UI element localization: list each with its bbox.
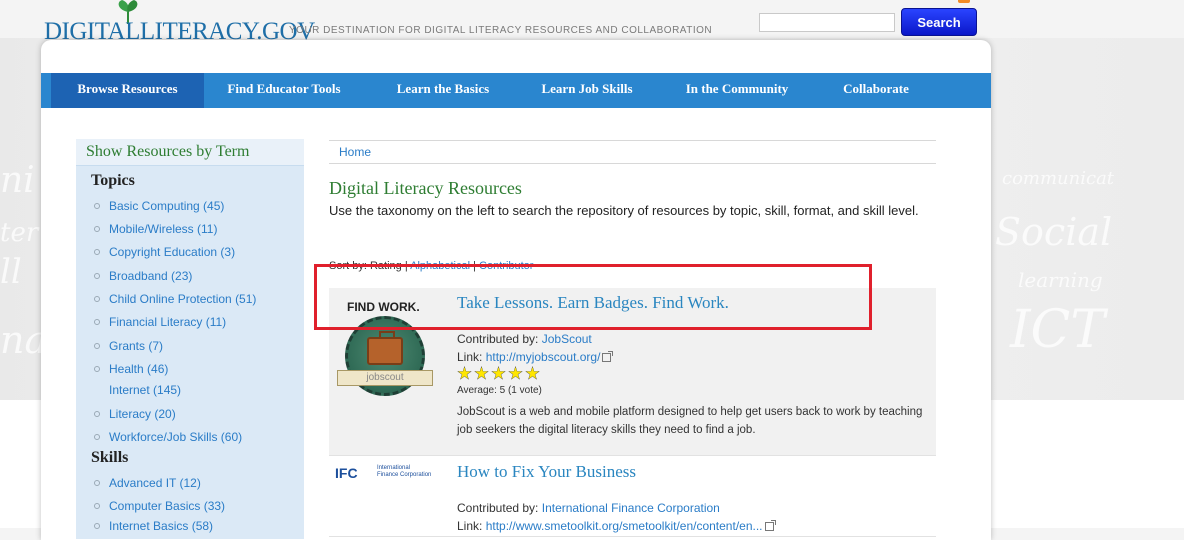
star-rating[interactable] (457, 366, 547, 381)
sidebar-header: Show Resources by Term (76, 139, 304, 166)
link-label: Link: (457, 350, 483, 364)
contributed-label: Contributed by: (457, 501, 539, 515)
rss-icon[interactable] (958, 0, 970, 3)
result-link-row: Link: http://myjobscout.org/ (457, 350, 614, 364)
breadcrumb-home-link[interactable]: Home (339, 145, 371, 159)
ifc-logo-subtext: International Finance Corporation (377, 465, 431, 479)
term-workforce-job-skills[interactable]: Workforce/Job Skills (60) (109, 430, 242, 444)
star-icon (458, 367, 471, 379)
nav-browse-resources[interactable]: Browse Resources (51, 73, 204, 108)
topics-heading: Topics (91, 172, 135, 189)
term-financial-literacy[interactable]: Financial Literacy (11) (109, 315, 226, 329)
background-decoration: communicat (1002, 168, 1115, 189)
ifc-subtext-line1: International (377, 465, 411, 471)
result-item: IFC International Finance Corporation Ho… (329, 457, 936, 537)
nav-collaborate[interactable]: Collaborate (821, 73, 931, 108)
thumb-banner: jobscout (337, 370, 433, 386)
bullet-icon (94, 434, 100, 440)
term-advanced-it[interactable]: Advanced IT (12) (109, 476, 201, 490)
resource-url-link[interactable]: http://myjobscout.org/ (486, 350, 601, 364)
ifc-logo-mark: IFC (335, 465, 358, 481)
contributor-link[interactable]: JobScout (542, 332, 592, 346)
main-navigation: Browse Resources Find Educator Tools Lea… (41, 73, 991, 108)
bullet-icon (94, 249, 100, 255)
background-decoration: ter (0, 218, 39, 248)
background-decoration: ll (0, 252, 22, 292)
nav-find-educator-tools[interactable]: Find Educator Tools (214, 73, 354, 108)
intro-text: Use the taxonomy on the left to search t… (329, 203, 919, 218)
nav-learn-job-skills[interactable]: Learn Job Skills (521, 73, 653, 108)
bullet-icon (94, 296, 100, 302)
site-tagline: YOUR DESTINATION FOR DIGITAL LITERACY RE… (289, 25, 713, 36)
term-broadband[interactable]: Broadband (23) (109, 269, 192, 283)
resource-url-link[interactable]: http://www.smetoolkit.org/smetoolkit/en/… (486, 519, 763, 533)
external-link-icon (764, 520, 776, 532)
term-computer-basics[interactable]: Computer Basics (33) (109, 499, 225, 513)
search-button[interactable]: Search (901, 8, 977, 36)
term-internet[interactable]: Internet (145) (109, 383, 181, 397)
ifc-subtext-line2: Finance Corporation (377, 472, 432, 478)
bullet-icon (94, 226, 100, 232)
breadcrumb: Home (329, 140, 936, 164)
term-basic-computing[interactable]: Basic Computing (45) (109, 199, 224, 213)
highlight-annotation (314, 264, 872, 330)
term-literacy[interactable]: Literacy (20) (109, 407, 176, 421)
rating-average: Average: 5 (1 vote) (457, 385, 542, 396)
result-description: JobScout is a web and mobile platform de… (457, 406, 923, 436)
bullet-icon (94, 319, 100, 325)
background-decoration: learning (1018, 268, 1103, 292)
contributor-link[interactable]: International Finance Corporation (542, 501, 720, 515)
result-contributor: Contributed by: International Finance Co… (457, 501, 720, 515)
bullet-icon (94, 523, 100, 529)
bullet-icon (94, 480, 100, 486)
star-icon (526, 367, 539, 379)
bullet-icon (94, 503, 100, 509)
briefcase-icon (367, 331, 403, 365)
result-link-row: Link: http://www.smetoolkit.org/smetoolk… (457, 519, 776, 533)
bullet-icon (94, 203, 100, 209)
term-grants[interactable]: Grants (7) (109, 339, 163, 353)
background-decoration: ni (0, 160, 35, 201)
nav-in-the-community[interactable]: In the Community (671, 73, 803, 108)
star-icon (492, 367, 505, 379)
bullet-icon (94, 343, 100, 349)
page-title: Digital Literacy Resources (329, 178, 522, 198)
external-link-icon (602, 351, 614, 363)
star-icon (509, 367, 522, 379)
star-icon (475, 367, 488, 379)
term-health[interactable]: Health (46) (109, 362, 168, 376)
term-mobile-wireless[interactable]: Mobile/Wireless (11) (109, 222, 217, 236)
skills-heading: Skills (91, 449, 129, 466)
nav-learn-the-basics[interactable]: Learn the Basics (378, 73, 508, 108)
sidebar: Show Resources by Term Topics Basic Comp… (76, 139, 304, 539)
term-copyright-education[interactable]: Copyright Education (3) (109, 245, 235, 259)
result-title-link[interactable]: How to Fix Your Business (457, 462, 636, 482)
background-decoration: ICT (1010, 300, 1106, 360)
background-decoration: Social (995, 210, 1113, 254)
result-contributor: Contributed by: JobScout (457, 332, 592, 346)
result-thumbnail[interactable]: IFC International Finance Corporation (335, 465, 445, 481)
bullet-icon (94, 366, 100, 372)
bullet-icon (94, 411, 100, 417)
link-label: Link: (457, 519, 483, 533)
search-input[interactable] (759, 13, 895, 32)
bullet-icon (94, 273, 100, 279)
term-child-online-protection[interactable]: Child Online Protection (51) (109, 292, 256, 306)
term-internet-basics[interactable]: Internet Basics (58) (109, 519, 213, 533)
contributed-label: Contributed by: (457, 332, 539, 346)
